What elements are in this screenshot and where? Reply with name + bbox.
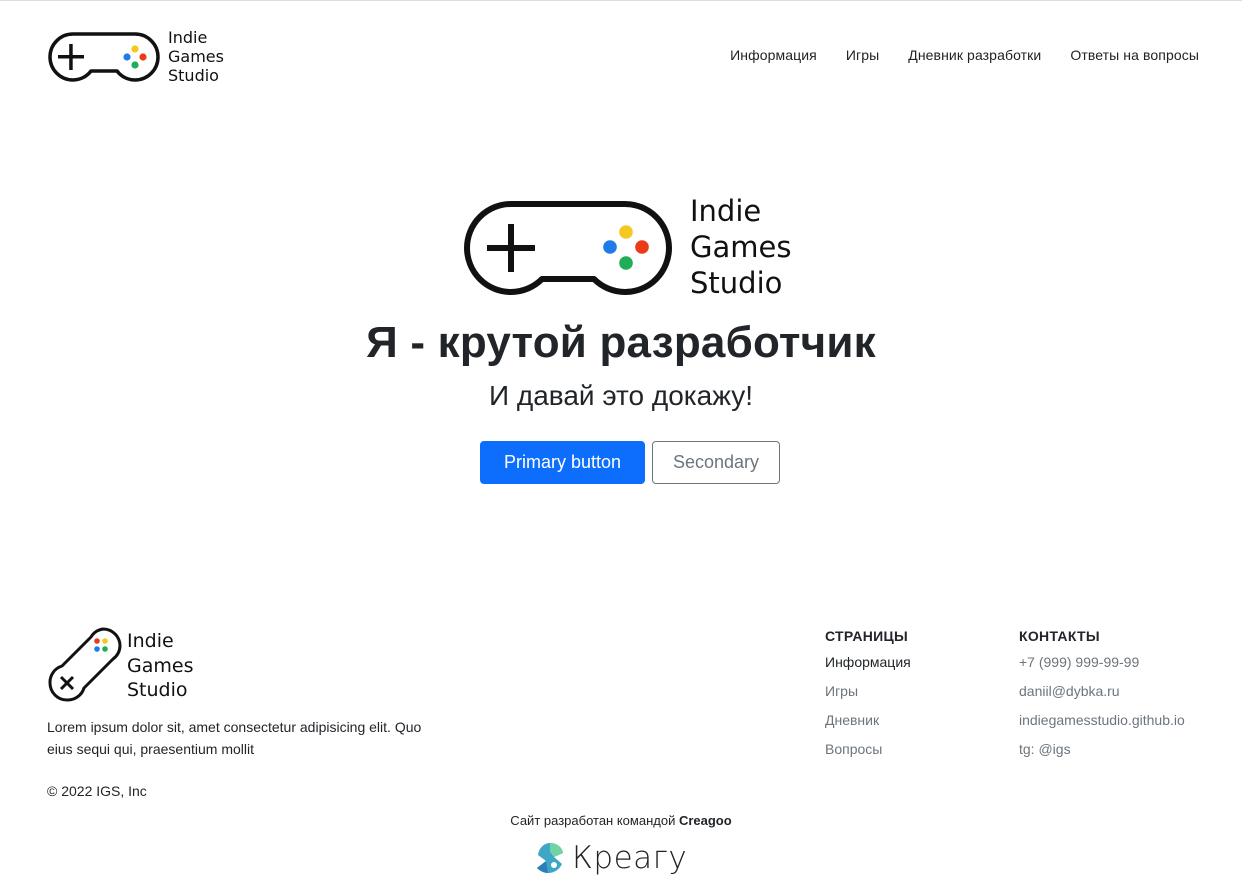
footer-link-info[interactable]: Информация bbox=[825, 648, 911, 677]
contact-telegram[interactable]: tg: @igs bbox=[1019, 735, 1185, 764]
copyright: © 2022 IGS, Inc bbox=[47, 783, 147, 799]
credit-prefix: Сайт разработан командой bbox=[510, 813, 679, 828]
footer-description: Lorem ipsum dolor sit, amet consectetur … bbox=[47, 719, 422, 757]
brand-line-3: Studio bbox=[127, 679, 188, 701]
primary-button[interactable]: Primary button bbox=[480, 441, 645, 484]
contact-phone[interactable]: +7 (999) 999-99-99 bbox=[1019, 648, 1185, 677]
main-nav: Информация Игры Дневник разработки Ответ… bbox=[716, 47, 1199, 63]
gamepad-icon bbox=[48, 32, 160, 82]
brand-line-1: Indie bbox=[127, 630, 174, 652]
brand-line-1: Indie bbox=[168, 28, 208, 47]
brand-line-2: Games bbox=[168, 47, 224, 66]
hero-brand-name: Indie Games Studio bbox=[690, 193, 791, 301]
contact-email[interactable]: daniil@dybka.ru bbox=[1019, 677, 1185, 706]
brand-line-3: Studio bbox=[690, 266, 783, 300]
nav-item-faq[interactable]: Ответы на вопросы bbox=[1056, 47, 1199, 63]
footer-link-devlog[interactable]: Дневник bbox=[825, 706, 911, 735]
creagoo-logo-icon bbox=[537, 843, 563, 873]
brand-line-3: Studio bbox=[168, 66, 219, 85]
contact-website[interactable]: indiegamesstudio.github.io bbox=[1019, 706, 1185, 735]
nav-item-info[interactable]: Информация bbox=[716, 47, 832, 63]
footer-link-faq[interactable]: Вопросы bbox=[825, 735, 911, 764]
hero-logo: Indie Games Studio bbox=[463, 193, 803, 303]
partner-logo[interactable]: Креагу bbox=[532, 840, 732, 880]
credit-team: Creagoo bbox=[678, 813, 732, 828]
top-border bbox=[0, 0, 1242, 1]
hero-title: Я - крутой разработчик bbox=[366, 318, 876, 367]
brand-name: Indie Games Studio bbox=[168, 28, 224, 85]
partner-wordmark: Креагу bbox=[572, 840, 688, 876]
secondary-button[interactable]: Secondary bbox=[652, 441, 780, 484]
footer-contacts-column: КОНТАКТЫ +7 (999) 999-99-99 daniil@dybka… bbox=[1019, 628, 1185, 764]
brand-line-2: Games bbox=[127, 654, 194, 677]
footer-logo[interactable]: Indie Games Studio bbox=[47, 627, 217, 705]
nav-item-games[interactable]: Игры bbox=[831, 47, 893, 63]
pages-heading: СТРАНИЦЫ bbox=[825, 628, 909, 644]
footer-pages-column: СТРАНИЦЫ Информация Игры Дневник Вопросы bbox=[825, 628, 911, 764]
gamepad-icon bbox=[464, 201, 672, 295]
gamepad-vertical-icon bbox=[48, 627, 122, 702]
brand-line-2: Games bbox=[690, 230, 792, 264]
developer-credit: Сайт разработан командой Creagoo bbox=[0, 813, 1242, 828]
brand-line-1: Indie bbox=[690, 194, 762, 228]
contacts-heading: КОНТАКТЫ bbox=[1019, 628, 1100, 644]
footer-brand-name: Indie Games Studio bbox=[127, 629, 193, 703]
header-logo[interactable]: Indie Games Studio bbox=[47, 28, 237, 86]
nav-item-devlog[interactable]: Дневник разработки bbox=[894, 47, 1056, 63]
footer-link-games[interactable]: Игры bbox=[825, 677, 911, 706]
hero-subtitle: И давай это докажу! bbox=[488, 380, 754, 411]
